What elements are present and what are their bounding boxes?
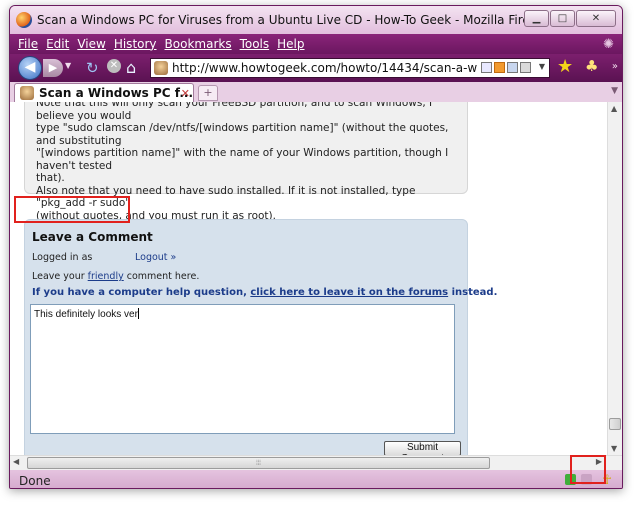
tab-active[interactable]: Scan a Windows PC f... ✕ [14, 83, 194, 102]
submit-comment-button[interactable]: Submit Comment [384, 441, 461, 455]
tab-title: Scan a Windows PC f... [39, 86, 194, 100]
url-dropdown-icon[interactable]: ▼ [539, 62, 545, 71]
url-text[interactable]: http://www.howtogeek.com/howto/14434/sca… [172, 61, 478, 75]
window-controls: ▁ □ ✕ [523, 10, 616, 27]
horizontal-scrollbar[interactable]: ◀ ⦙⦙⦙ ▶ [10, 455, 622, 470]
menu-bookmarks[interactable]: Bookmarks [165, 37, 232, 51]
home-icon[interactable]: ⌂ [126, 58, 136, 77]
tab-list-dropdown-icon[interactable]: ▼ [611, 86, 618, 96]
tab-favicon-icon [20, 86, 34, 100]
page-icon[interactable] [481, 62, 492, 73]
menu-edit[interactable]: Edit [46, 37, 69, 51]
close-button[interactable]: ✕ [576, 10, 616, 27]
addon-icon[interactable] [520, 62, 531, 73]
help-suffix: instead. [448, 287, 498, 298]
stop-icon[interactable]: ✕ [107, 59, 121, 73]
logged-in-label: Logged in as [32, 252, 93, 263]
vertical-scrollbar[interactable]: ▲ ▼ [607, 102, 622, 455]
new-tab-button[interactable]: + [198, 85, 218, 101]
history-dropdown-icon[interactable]: ▼ [65, 61, 71, 70]
leave-prefix: Leave your [32, 271, 88, 282]
forward-button[interactable]: ▶ [43, 59, 63, 77]
article-line: Note that this will only scan your FreeB… [36, 102, 433, 122]
menu-view[interactable]: View [77, 37, 105, 51]
leave-comment-note: Leave your friendly comment here. [32, 271, 199, 282]
bookmark-star-icon[interactable]: ★ [557, 56, 573, 77]
logout-link[interactable]: Logout » [135, 252, 176, 263]
window-title: Scan a Windows PC for Viruses from a Ubu… [37, 13, 549, 27]
comment-textarea[interactable]: This definitely looks ver [30, 304, 455, 434]
article-line: "[windows partition name]" with the name… [36, 147, 449, 172]
scroll-down-icon[interactable]: ▼ [611, 444, 617, 453]
status-text: Done [19, 474, 51, 488]
url-addon-icons [481, 62, 533, 73]
page-content: Note that this will only scan your FreeB… [10, 102, 607, 455]
arrow-left-icon: ◀ [24, 59, 36, 75]
reload-icon[interactable]: ↻ [86, 59, 99, 77]
leave-suffix: comment here. [123, 271, 200, 282]
back-button[interactable]: ◀ [18, 56, 42, 80]
horizontal-scroll-thumb[interactable]: ⦙⦙⦙ [27, 457, 490, 469]
flag-icon[interactable] [507, 62, 518, 73]
tab-close-icon[interactable]: ✕ [181, 87, 190, 100]
menu-tools[interactable]: Tools [240, 37, 270, 51]
menu-file[interactable]: File [18, 37, 38, 51]
toolbar-overflow-icon[interactable]: » [612, 61, 618, 72]
friendly-link[interactable]: friendly [88, 271, 124, 282]
minimize-button[interactable]: ▁ [524, 10, 549, 27]
scroll-up-icon[interactable]: ▲ [611, 104, 617, 113]
url-bar[interactable]: http://www.howtogeek.com/howto/14434/sca… [150, 58, 550, 78]
menu-history[interactable]: History [114, 37, 157, 51]
help-question-note: If you have a computer help question, cl… [32, 287, 497, 298]
comment-heading: Leave a Comment [32, 230, 153, 244]
comment-text-value: This definitely looks ver [34, 309, 138, 320]
article-line: that). [36, 172, 65, 184]
comment-form: Leave a Comment Logged in as Logout » Le… [24, 219, 497, 455]
rss-icon[interactable] [494, 62, 505, 73]
status-icon-highlight-annotation [570, 455, 606, 484]
throbber-icon: ✺ [603, 37, 614, 52]
addon-tools-icon[interactable]: ♣ [585, 57, 598, 75]
forums-link[interactable]: click here to leave it on the forums [250, 287, 448, 298]
tab-bar: Scan a Windows PC f... ✕ + ▼ [10, 82, 622, 102]
textarea-highlight-annotation [14, 196, 130, 223]
help-prefix: If you have a computer help question, [32, 287, 251, 298]
menu-bar: File Edit View History Bookmarks Tools H… [10, 34, 622, 54]
navigation-toolbar: ◀ ▶ ▼ ↻ ✕ ⌂ http://www.howtogeek.com/how… [10, 54, 622, 82]
scroll-left-icon[interactable]: ◀ [13, 457, 19, 466]
browser-window: Scan a Windows PC for Viruses from a Ubu… [9, 5, 623, 489]
status-bar: Done ☥ [10, 470, 622, 488]
menu-list: File Edit View History Bookmarks Tools H… [18, 37, 313, 51]
article-line: type "sudo clamscan /dev/ntfs/[windows p… [36, 122, 449, 147]
title-bar: Scan a Windows PC for Viruses from a Ubu… [10, 6, 622, 34]
maximize-button[interactable]: □ [550, 10, 575, 27]
article-excerpt: Note that this will only scan your FreeB… [24, 102, 468, 222]
site-favicon-icon [154, 61, 168, 75]
vertical-scroll-thumb[interactable] [609, 418, 621, 430]
arrow-right-icon: ▶ [48, 61, 58, 74]
text-caret [137, 308, 139, 319]
firefox-logo-icon [16, 12, 32, 28]
menu-help[interactable]: Help [277, 37, 304, 51]
